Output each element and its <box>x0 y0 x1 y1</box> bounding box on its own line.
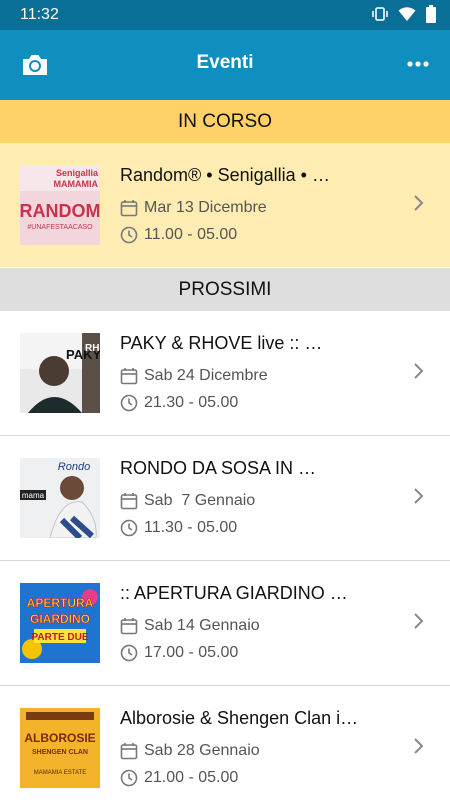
chevron-right-icon <box>414 613 424 629</box>
event-time-text: 21.30 - 05.00 <box>144 394 239 411</box>
event-title: :: APERTURA GIARDINO … <box>120 583 348 603</box>
section-header-upcoming: PROSSIMI <box>0 268 450 311</box>
event-time-text: 21.00 - 05.00 <box>144 769 239 786</box>
event-date: Sab 24 Dicembre <box>120 367 268 385</box>
event-date: Sab 7 Gennaio <box>120 492 255 510</box>
app-bar: Eventi <box>0 30 450 100</box>
event-time-text: 11.30 - 05.00 <box>144 519 238 536</box>
event-time-text: 11.00 - 05.00 <box>144 226 238 243</box>
thumb-text: ALBOROSIE <box>24 731 95 745</box>
calendar-icon <box>120 618 138 635</box>
event-time: 11.30 - 05.00 <box>120 519 237 537</box>
thumb-text: RH <box>85 343 99 354</box>
clock-icon <box>120 644 138 662</box>
event-row[interactable]: Rondo mama RONDO DA SOSA IN … Sab 7 Genn… <box>0 436 450 561</box>
battery-icon <box>426 5 436 23</box>
event-title: Random® • Senigallia • … <box>120 165 330 185</box>
event-row[interactable]: APERTURA GIARDINO PARTE DUE :: APERTURA … <box>0 561 450 686</box>
clock-icon <box>120 394 138 412</box>
calendar-icon <box>120 743 138 760</box>
event-row[interactable]: ALBOROSIE SHENGEN CLAN MAMAMIA ESTATE Al… <box>0 686 450 810</box>
thumb-text: #UNAFESTAACASO <box>27 224 93 231</box>
event-date: Mar 13 Dicembre <box>120 199 267 217</box>
event-date-text: Sab 14 Gennaio <box>144 617 260 634</box>
section-header-current: IN CORSO <box>0 100 450 143</box>
event-date-text: Sab 7 Gennaio <box>144 492 256 509</box>
event-time-text: 17.00 - 05.00 <box>144 644 239 661</box>
status-bar: 11:32 <box>0 0 450 30</box>
page-title: Eventi <box>196 52 254 73</box>
status-icons <box>372 5 436 23</box>
thumb-text: MAMAMIA ESTATE <box>34 770 86 776</box>
thumb-text: Senigallia <box>56 168 99 178</box>
chevron-right-icon <box>414 363 424 379</box>
event-thumbnail: APERTURA GIARDINO PARTE DUE <box>20 583 100 663</box>
event-title: PAKY & RHOVE live :: … <box>120 333 323 353</box>
calendar-icon <box>120 493 138 510</box>
chevron-right-icon <box>414 738 424 754</box>
event-date-text: Sab 24 Dicembre <box>144 367 268 384</box>
event-time: 17.00 - 05.00 <box>120 644 238 662</box>
clock-icon <box>120 519 138 537</box>
thumb-text: APERTURA <box>27 596 94 610</box>
thumb-text: Rondo <box>58 461 90 473</box>
event-date-text: Mar 13 Dicembre <box>144 199 267 216</box>
event-time: 11.00 - 05.00 <box>120 226 237 244</box>
event-time: 21.00 - 05.00 <box>120 769 238 787</box>
event-date: Sab 28 Gennaio <box>120 742 260 760</box>
thumb-text: GIARDINO <box>30 612 90 626</box>
event-thumbnail: Senigallia MAMAMIA RANDOM #UNAFESTAACASO <box>20 165 100 245</box>
event-date: Sab 14 Gennaio <box>120 617 260 635</box>
more-button[interactable] <box>406 54 430 74</box>
event-row[interactable]: Senigallia MAMAMIA RANDOM #UNAFESTAACASO… <box>0 143 450 267</box>
event-thumbnail: Rondo mama <box>20 458 100 538</box>
event-thumbnail: PAKY RH <box>20 333 100 413</box>
event-thumbnail: ALBOROSIE SHENGEN CLAN MAMAMIA ESTATE <box>20 708 100 788</box>
chevron-right-icon <box>414 195 424 211</box>
event-row[interactable]: PAKY RH PAKY & RHOVE live :: … Sab 24 Di… <box>0 311 450 436</box>
thumb-text: SHENGEN CLAN <box>32 749 88 756</box>
chevron-right-icon <box>414 488 424 504</box>
thumb-text: RANDOM <box>20 201 100 221</box>
thumb-text: MAMAMIA <box>54 179 99 189</box>
event-title: RONDO DA SOSA IN … <box>120 458 317 478</box>
clock-icon <box>120 769 138 787</box>
event-title: Alborosie & Shengen Clan i… <box>120 708 359 728</box>
more-icon <box>407 61 429 67</box>
vibrate-icon <box>372 7 388 21</box>
calendar-icon <box>120 200 138 217</box>
wifi-icon <box>398 7 416 21</box>
clock-icon <box>120 226 138 244</box>
thumb-text: mama <box>22 491 45 500</box>
thumb-text: PARTE DUE <box>31 632 88 643</box>
event-time: 21.30 - 05.00 <box>120 394 238 412</box>
status-time: 11:32 <box>20 6 59 23</box>
calendar-icon <box>120 368 138 385</box>
event-date-text: Sab 28 Gennaio <box>144 742 260 759</box>
